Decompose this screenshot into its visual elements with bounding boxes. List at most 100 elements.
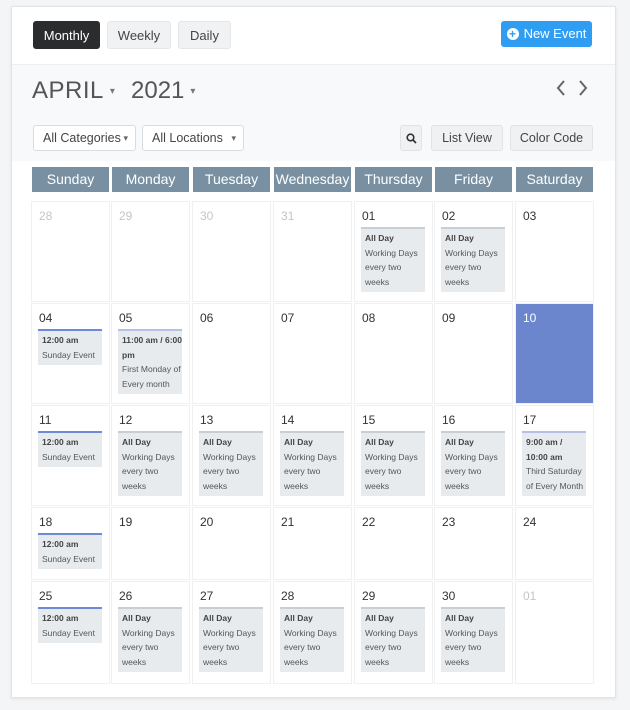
day-number: 08 — [362, 311, 376, 325]
day-cell[interactable]: 21 — [274, 508, 351, 579]
event-time: All Day — [445, 613, 474, 623]
event-card[interactable]: All Day Working Days every two weeks — [280, 607, 344, 672]
day-cell[interactable]: 22 — [355, 508, 432, 579]
day-cell[interactable]: 11 12:00 am Sunday Event — [32, 406, 109, 505]
event-card[interactable]: 12:00 am Sunday Event — [38, 607, 102, 643]
day-number: 06 — [200, 311, 214, 325]
new-event-label: New Event — [523, 26, 587, 41]
day-cell[interactable]: 24 — [516, 508, 593, 579]
day-number: 23 — [442, 515, 456, 529]
calendar-header: APRIL ▾ 2021 ▾ All Categories ▾ All Locati… — [12, 64, 615, 161]
day-cell[interactable]: 20 — [193, 508, 270, 579]
day-cell[interactable]: 04 12:00 am Sunday Event — [32, 304, 109, 403]
day-number: 12 — [119, 413, 133, 427]
categories-filter[interactable]: All Categories ▾ — [33, 125, 136, 151]
day-number: 17 — [523, 413, 537, 427]
day-cell[interactable]: 23 — [435, 508, 512, 579]
event-card[interactable]: All Day Working Days every two weeks — [361, 607, 425, 672]
day-cell[interactable]: 03 — [516, 202, 593, 301]
day-cell-today[interactable]: 10 — [516, 304, 593, 403]
day-cell[interactable]: 13 All Day Working Days every two weeks — [193, 406, 270, 505]
day-cell[interactable]: 15 All Day Working Days every two weeks — [355, 406, 432, 505]
event-title: Working Days every two weeks — [203, 451, 256, 491]
day-number: 29 — [119, 209, 133, 223]
event-time: 12:00 am — [42, 539, 79, 549]
day-cell[interactable]: 28 All Day Working Days every two weeks — [274, 582, 351, 683]
caret-down-icon: ▾ — [231, 133, 236, 143]
day-cell[interactable]: 25 12:00 am Sunday Event — [32, 582, 109, 683]
day-number: 09 — [442, 311, 456, 325]
day-cell[interactable]: 01 All Day Working Days every two weeks — [355, 202, 432, 301]
event-card[interactable]: All Day Working Days every two weeks — [280, 431, 344, 496]
event-time: All Day — [284, 437, 313, 447]
event-card[interactable]: All Day Working Days every two weeks — [441, 607, 505, 672]
day-cell[interactable]: 19 — [112, 508, 189, 579]
event-card[interactable]: All Day Working Days every two weeks — [118, 431, 182, 496]
event-card[interactable]: All Day Working Days every two weeks — [361, 227, 425, 292]
view-toolbar: Monthly Weekly Daily + New Event — [12, 7, 615, 63]
monthly-view-button[interactable]: Monthly — [33, 21, 100, 49]
locations-filter[interactable]: All Locations ▾ — [142, 125, 244, 151]
color-code-button[interactable]: Color Code — [510, 125, 593, 151]
event-title: Sunday Event — [42, 451, 95, 462]
day-number: 26 — [119, 589, 133, 603]
list-view-button[interactable]: List View — [431, 125, 503, 151]
event-card[interactable]: All Day Working Days every two weeks — [361, 431, 425, 496]
event-title: Working Days every two weeks — [445, 247, 498, 287]
day-cell[interactable]: 26 All Day Working Days every two weeks — [112, 582, 189, 683]
event-time: 12:00 am — [42, 335, 79, 345]
caret-down-icon: ▾ — [123, 133, 128, 143]
day-cell[interactable]: 06 — [193, 304, 270, 403]
event-card[interactable]: 12:00 am Sunday Event — [38, 431, 102, 467]
day-cell[interactable]: 07 — [274, 304, 351, 403]
day-cell[interactable]: 28 — [32, 202, 109, 301]
event-card[interactable]: 12:00 am Sunday Event — [38, 329, 102, 365]
day-number: 28 — [281, 589, 295, 603]
event-card[interactable]: All Day Working Days every two weeks — [118, 607, 182, 672]
day-cell[interactable]: 30 All Day Working Days every two weeks — [435, 582, 512, 683]
event-title: Working Days every two weeks — [122, 451, 175, 491]
day-cell[interactable]: 08 — [355, 304, 432, 403]
day-cell[interactable]: 27 All Day Working Days every two weeks — [193, 582, 270, 683]
day-cell[interactable]: 30 — [193, 202, 270, 301]
day-cell[interactable]: 29 — [112, 202, 189, 301]
day-cell[interactable]: 14 All Day Working Days every two weeks — [274, 406, 351, 505]
event-time: All Day — [365, 437, 394, 447]
day-cell[interactable]: 29 All Day Working Days every two weeks — [355, 582, 432, 683]
day-number: 22 — [362, 515, 376, 529]
day-cell[interactable]: 05 11:00 am / 6:00 pm First Monday of Ever… — [112, 304, 189, 403]
day-cell[interactable]: 31 — [274, 202, 351, 301]
previous-month-icon[interactable] — [555, 79, 567, 97]
locations-filter-value: All Locations — [152, 131, 223, 145]
day-cell[interactable]: 12 All Day Working Days every two weeks — [112, 406, 189, 505]
event-title: Working Days every two weeks — [445, 451, 498, 491]
day-number: 10 — [523, 311, 537, 325]
next-month-icon[interactable] — [577, 79, 589, 97]
event-card[interactable]: 12:00 am Sunday Event — [38, 533, 102, 569]
month-selector[interactable]: APRIL ▾ — [32, 77, 115, 105]
year-selector[interactable]: 2021 ▾ — [131, 77, 195, 105]
weekly-view-button[interactable]: Weekly — [107, 21, 171, 49]
event-card[interactable]: 11:00 am / 6:00 pm First Monday of Every … — [118, 329, 182, 394]
new-event-button[interactable]: + New Event — [501, 21, 592, 47]
day-number: 20 — [200, 515, 214, 529]
chevron-down-icon: ▾ — [109, 86, 116, 98]
day-cell[interactable]: 17 9:00 am / 10:00 am Third Saturday of Ev… — [516, 406, 593, 505]
day-cell[interactable]: 01 — [516, 582, 593, 683]
day-cell[interactable]: 02 All Day Working Days every two weeks — [435, 202, 512, 301]
year-label: 2021 — [131, 77, 185, 104]
day-cell[interactable]: 09 — [435, 304, 512, 403]
event-time: All Day — [203, 613, 232, 623]
day-number: 30 — [200, 209, 214, 223]
event-card[interactable]: 9:00 am / 10:00 am Third Saturday of Ever… — [522, 431, 586, 496]
day-cell[interactable]: 18 12:00 am Sunday Event — [32, 508, 109, 579]
event-card[interactable]: All Day Working Days every two weeks — [441, 431, 505, 496]
daily-view-button[interactable]: Daily — [178, 21, 231, 49]
event-card[interactable]: All Day Working Days every two weeks — [441, 227, 505, 292]
day-number: 21 — [281, 515, 295, 529]
search-button[interactable] — [400, 125, 422, 151]
event-time: All Day — [365, 613, 394, 623]
event-card[interactable]: All Day Working Days every two weeks — [199, 607, 263, 672]
event-card[interactable]: All Day Working Days every two weeks — [199, 431, 263, 496]
day-cell[interactable]: 16 All Day Working Days every two weeks — [435, 406, 512, 505]
